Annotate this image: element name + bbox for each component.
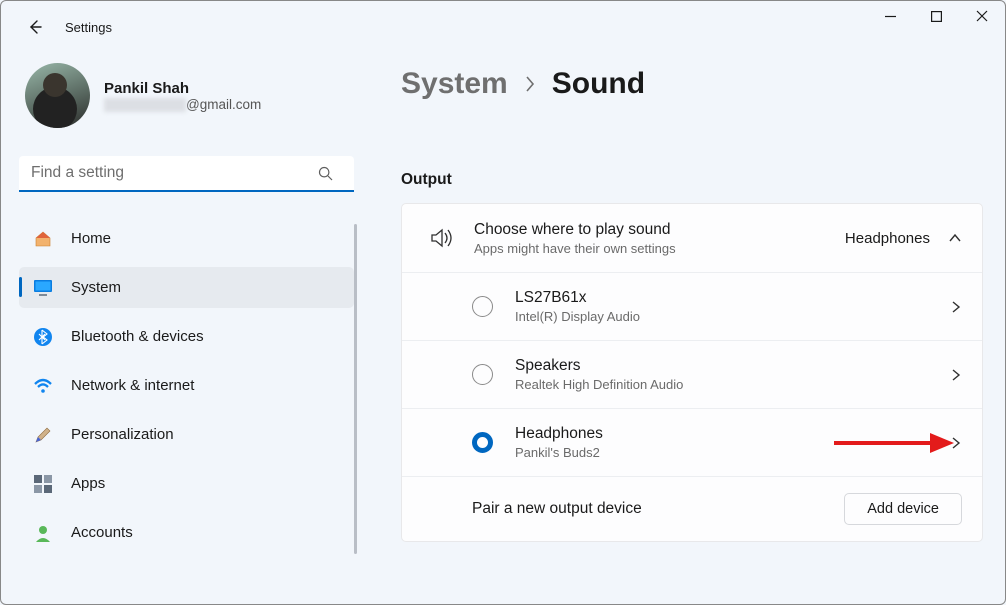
- sidebar-item-apps[interactable]: Apps: [19, 463, 354, 504]
- window-controls: [867, 1, 1005, 31]
- search-icon: [318, 166, 333, 181]
- person-icon: [33, 523, 53, 543]
- output-device-row[interactable]: Speakers Realtek High Definition Audio: [402, 340, 982, 408]
- sidebar-item-network[interactable]: Network & internet: [19, 365, 354, 406]
- choose-output-subtitle: Apps might have their own settings: [474, 241, 845, 256]
- sidebar-item-label: Apps: [71, 475, 105, 492]
- pair-label: Pair a new output device: [472, 500, 642, 518]
- sidebar-item-label: Network & internet: [71, 377, 194, 394]
- device-subtitle: Intel(R) Display Audio: [515, 309, 950, 324]
- profile-name: Pankil Shah: [104, 80, 261, 97]
- arrow-left-icon: [27, 19, 43, 35]
- sidebar-item-system[interactable]: System: [19, 267, 354, 308]
- app-title: Settings: [65, 20, 112, 35]
- radio-unchecked[interactable]: [472, 364, 493, 385]
- redacted-area: [104, 98, 186, 112]
- sidebar-item-bluetooth[interactable]: Bluetooth & devices: [19, 316, 354, 357]
- pair-device-row: Pair a new output device Add device: [402, 476, 982, 541]
- sidebar-item-label: Bluetooth & devices: [71, 328, 204, 345]
- apps-icon: [33, 474, 53, 494]
- device-name: LS27B61x: [515, 289, 950, 307]
- minimize-icon: [885, 11, 896, 22]
- system-icon: [33, 278, 53, 298]
- sidebar-item-label: Personalization: [71, 426, 174, 443]
- main-content: System Sound Output Choose where to play…: [401, 67, 983, 590]
- section-title-output: Output: [401, 171, 983, 189]
- sidebar-item-accounts[interactable]: Accounts: [19, 512, 354, 553]
- sidebar-item-label: System: [71, 279, 121, 296]
- device-name: Speakers: [515, 357, 950, 375]
- profile-block[interactable]: Pankil Shah @gmail.com: [19, 63, 359, 128]
- device-subtitle: Pankil's Buds2: [515, 445, 950, 460]
- home-icon: [33, 229, 53, 249]
- sidebar-item-label: Accounts: [71, 524, 133, 541]
- volume-icon: [422, 227, 462, 249]
- titlebar: Settings: [1, 1, 1005, 53]
- chevron-right-icon: [950, 368, 962, 382]
- chevron-right-icon: [950, 300, 962, 314]
- current-output-label: Headphones: [845, 230, 930, 247]
- nav-list: Home System Bluetooth & devices Network …: [19, 218, 359, 561]
- close-button[interactable]: [959, 1, 1005, 31]
- breadcrumb-parent[interactable]: System: [401, 67, 508, 101]
- search-row: [19, 156, 359, 192]
- chevron-up-icon: [948, 231, 962, 245]
- minimize-button[interactable]: [867, 1, 913, 31]
- device-name: Headphones: [515, 425, 950, 443]
- sidebar: Pankil Shah @gmail.com Home System Bluet…: [1, 63, 371, 561]
- output-device-row[interactable]: LS27B61x Intel(R) Display Audio: [402, 272, 982, 340]
- brush-icon: [33, 425, 53, 445]
- breadcrumb: System Sound: [401, 67, 983, 101]
- avatar: [25, 63, 90, 128]
- sidebar-item-personalization[interactable]: Personalization: [19, 414, 354, 455]
- nav-scrollbar[interactable]: [354, 224, 357, 554]
- search-input[interactable]: [19, 156, 354, 192]
- close-icon: [976, 10, 988, 22]
- add-device-button[interactable]: Add device: [844, 493, 962, 525]
- sidebar-item-label: Home: [71, 230, 111, 247]
- bluetooth-icon: [33, 327, 53, 347]
- choose-output-title: Choose where to play sound: [474, 221, 845, 239]
- chevron-right-icon: [950, 436, 962, 450]
- profile-email: @gmail.com: [104, 97, 261, 112]
- choose-output-row[interactable]: Choose where to play sound Apps might ha…: [402, 204, 982, 272]
- chevron-right-icon: [524, 75, 536, 93]
- maximize-button[interactable]: [913, 1, 959, 31]
- output-card: Choose where to play sound Apps might ha…: [401, 203, 983, 542]
- output-device-row[interactable]: Headphones Pankil's Buds2: [402, 408, 982, 476]
- back-button[interactable]: [23, 15, 47, 39]
- wifi-icon: [33, 376, 53, 396]
- radio-checked[interactable]: [472, 432, 493, 453]
- radio-unchecked[interactable]: [472, 296, 493, 317]
- maximize-icon: [931, 11, 942, 22]
- breadcrumb-current: Sound: [552, 67, 645, 101]
- sidebar-item-home[interactable]: Home: [19, 218, 354, 259]
- profile-email-suffix: @gmail.com: [186, 97, 261, 112]
- device-subtitle: Realtek High Definition Audio: [515, 377, 950, 392]
